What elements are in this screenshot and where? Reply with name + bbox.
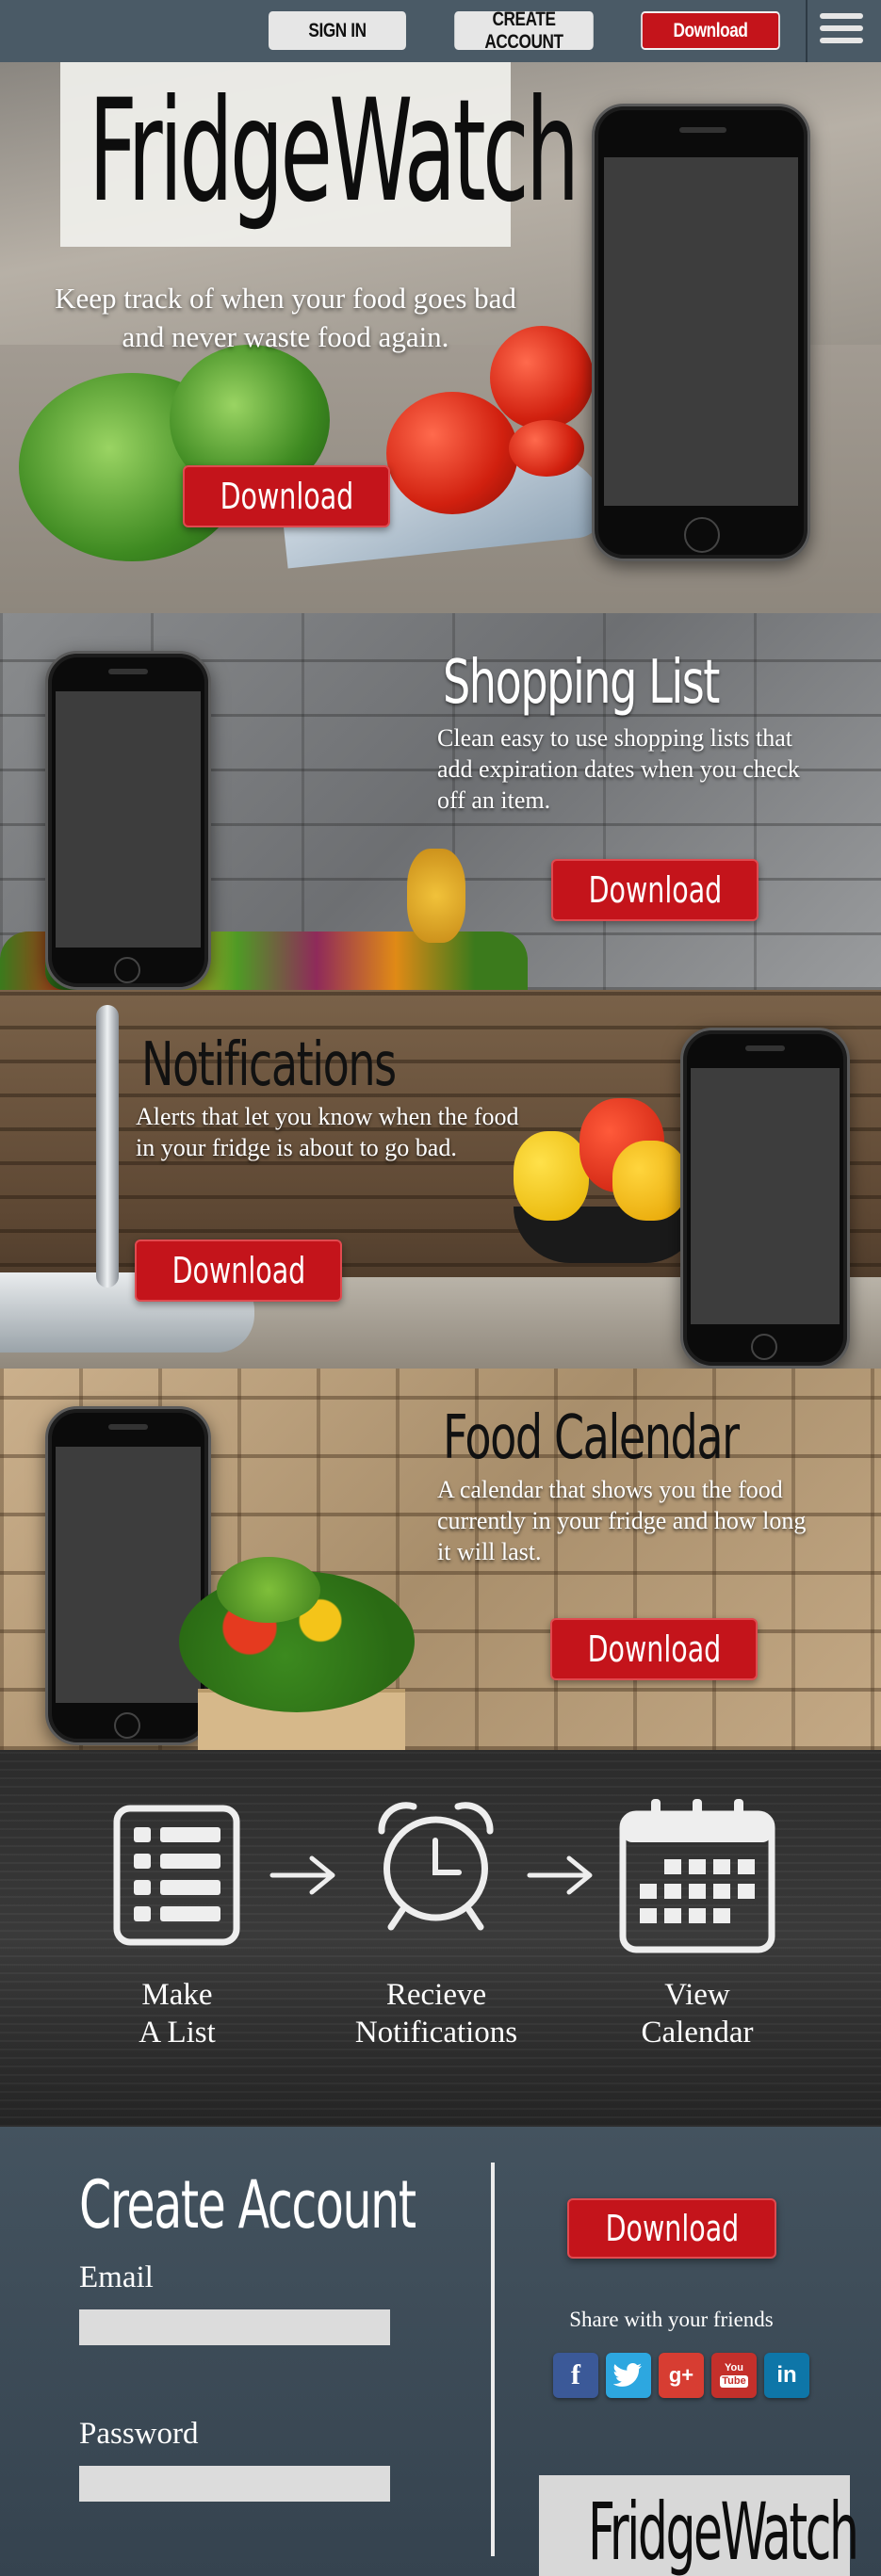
- create-account-title: Create Account: [79, 2166, 416, 2244]
- hero-tagline: Keep track of when your food goes bad an…: [55, 282, 516, 353]
- notifications-description: Alerts that let you know when the food i…: [136, 1103, 519, 1161]
- calendar-download-button[interactable]: Download: [550, 1618, 758, 1680]
- youtube-icon[interactable]: You Tube: [711, 2353, 757, 2398]
- shopping-download-button[interactable]: Download: [551, 859, 759, 921]
- step-label-make-list: Make A List: [139, 1978, 216, 2049]
- how-it-works-section: Make A List Recieve Notifications View Cale…: [0, 1750, 881, 2127]
- linkedin-icon[interactable]: in: [764, 2353, 809, 2398]
- tomato-slice-image-2: [509, 420, 584, 477]
- arrow-right-icon: [269, 1854, 339, 1897]
- logo: FridgeWatch: [89, 70, 579, 234]
- calendar-phone-image: [45, 1406, 211, 1745]
- footer-section: Create Account Email Password Download S…: [0, 2127, 881, 2576]
- footer-logo-box: FridgeWatch: [539, 2475, 859, 2576]
- password-field[interactable]: [79, 2466, 390, 2502]
- email-field[interactable]: [79, 2309, 390, 2345]
- food-calendar-title: Food Calendar: [443, 1403, 740, 1473]
- faucet-image: [96, 1005, 119, 1288]
- nav-divider: [806, 0, 808, 62]
- hero-section: FridgeWatch Keep track of when your food…: [0, 62, 881, 613]
- calendar-icon: [617, 1795, 777, 1955]
- tomato-slice-image: [386, 392, 518, 514]
- step-label-view-calendar: View Calendar: [641, 1978, 754, 2049]
- top-nav: SIGN IN CREATE ACCOUNT Download: [0, 0, 881, 62]
- arrow-right-icon-2: [526, 1854, 596, 1897]
- shopping-list-description: Clean easy to use shopping lists that ad…: [437, 724, 800, 814]
- footer-divider: [491, 2163, 495, 2556]
- alarm-clock-icon: [372, 1797, 499, 1934]
- shopping-list-section: Shopping List Clean easy to use shopping…: [0, 613, 881, 990]
- step-label-receive-notifications: Recieve Notifications: [354, 1978, 518, 2049]
- list-icon: [113, 1805, 240, 1946]
- hero-download-button[interactable]: Download: [183, 465, 390, 527]
- footer-logo: FridgeWatch: [588, 2486, 859, 2576]
- hamburger-menu-icon[interactable]: [820, 13, 863, 49]
- greens-image: [217, 1557, 320, 1623]
- shopping-phone-image: [45, 651, 211, 990]
- create-account-button[interactable]: CREATE ACCOUNT: [454, 8, 594, 53]
- footer-download-button[interactable]: Download: [567, 2198, 776, 2259]
- logo-box: FridgeWatch: [60, 62, 579, 247]
- pepper-image: [514, 1131, 589, 1221]
- hero-phone-image: [592, 104, 810, 561]
- notifications-download-button[interactable]: Download: [135, 1239, 342, 1302]
- food-calendar-description: A calendar that shows you the food curre…: [437, 1476, 807, 1565]
- notifications-title: Notifications: [141, 1030, 397, 1100]
- share-text: Share with your friends: [569, 2308, 774, 2331]
- google-plus-icon[interactable]: g+: [659, 2353, 704, 2398]
- email-label: Email: [79, 2260, 154, 2294]
- food-calendar-section: Food Calendar A calendar that shows you …: [0, 1369, 881, 1750]
- notifications-phone-image: [680, 1028, 850, 1369]
- sign-in-button[interactable]: SIGN IN: [269, 11, 406, 50]
- facebook-icon[interactable]: f: [553, 2353, 598, 2398]
- pepper-image-3: [612, 1141, 688, 1221]
- pineapple-image: [407, 849, 465, 943]
- twitter-icon[interactable]: [606, 2353, 651, 2398]
- nav-download-button[interactable]: Download: [641, 11, 780, 50]
- notifications-section: Notifications Alerts that let you know w…: [0, 990, 881, 1369]
- shopping-list-title: Shopping List: [443, 648, 720, 718]
- password-label: Password: [79, 2417, 199, 2451]
